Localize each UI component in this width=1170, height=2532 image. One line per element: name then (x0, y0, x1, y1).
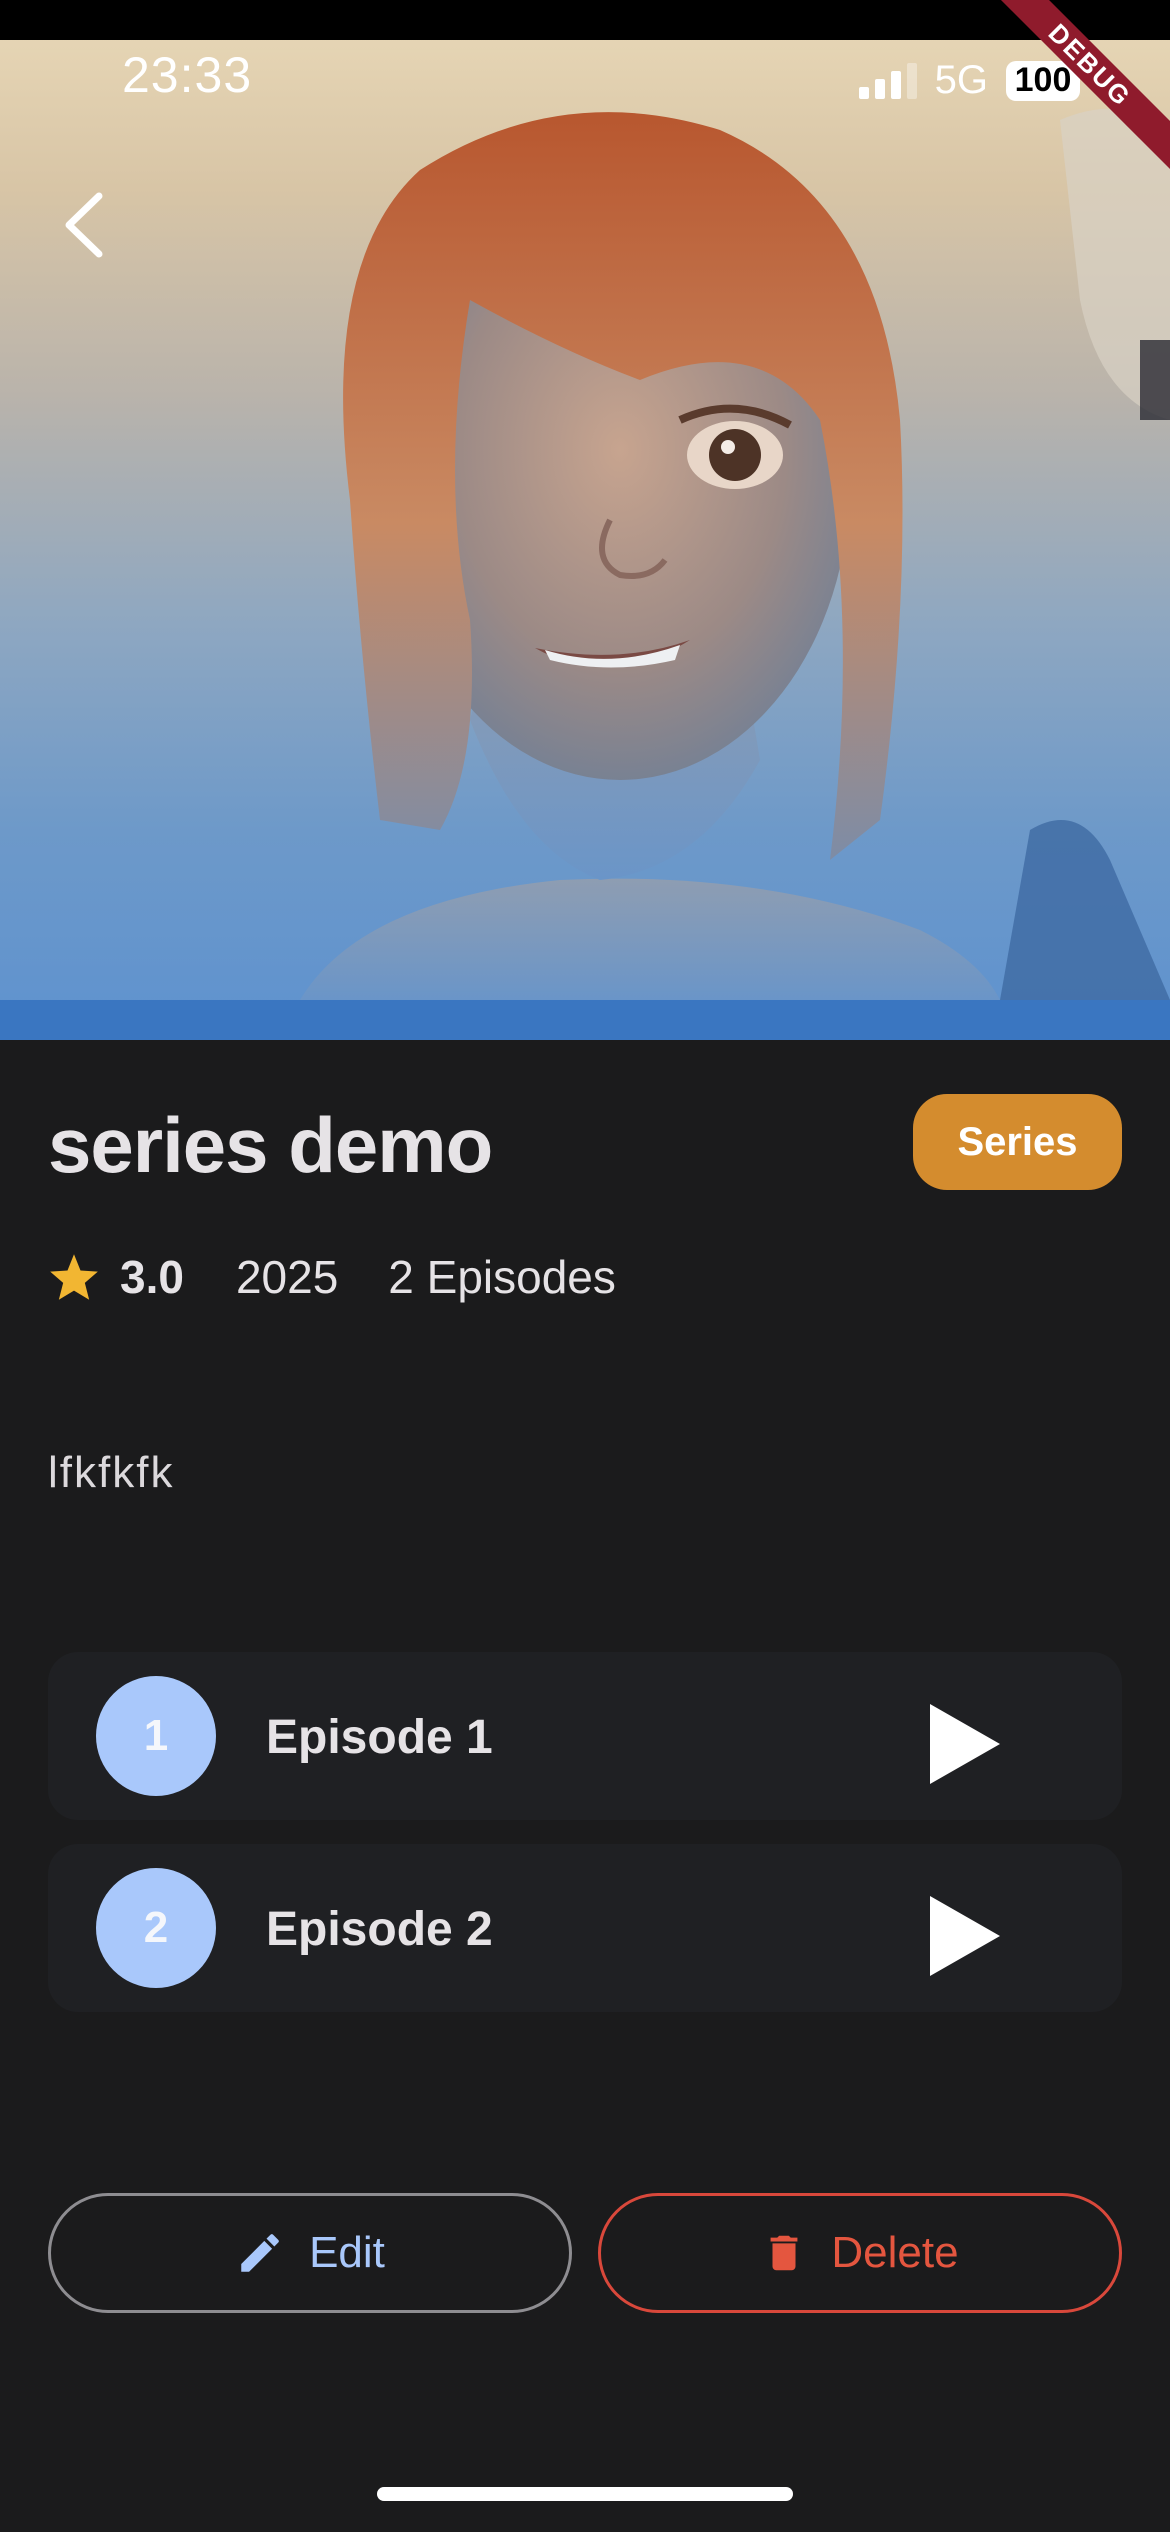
edit-label: Edit (309, 2228, 385, 2277)
character-portrait-image (300, 108, 1170, 1000)
pencil-icon (241, 2234, 279, 2272)
delete-label: Delete (831, 2228, 959, 2277)
episode-title: Episode 1 (266, 1711, 493, 1764)
episode-count: 2 Episodes (388, 1251, 616, 1303)
rating-value: 3.0 (120, 1251, 184, 1303)
episode-item[interactable]: 1 Episode 1 (48, 1652, 1122, 1820)
star-icon (48, 1252, 100, 1302)
edit-button[interactable]: Edit (48, 2193, 572, 2313)
trash-icon (770, 2235, 798, 2271)
delete-button[interactable]: Delete (598, 2193, 1122, 2313)
episode-number: 2 (96, 1868, 216, 1988)
back-button[interactable] (48, 180, 118, 270)
chevron-left-icon (65, 192, 103, 258)
hero-bottom-bar (0, 1000, 1170, 1040)
hero-image (0, 0, 1170, 1040)
network-type: 5G (934, 58, 988, 102)
signal-icon (858, 62, 917, 99)
media-detail-screen: 23:33 5G 100 DEBUG series demo Series 3.… (0, 0, 1170, 2532)
description: lfkfkfk (48, 1448, 175, 1497)
episode-number: 1 (96, 1676, 216, 1796)
play-icon[interactable] (924, 1894, 1004, 1978)
meta-row: 3.0 2025 2 Episodes (48, 1250, 616, 1304)
episode-item[interactable]: 2 Episode 2 (48, 1844, 1122, 2012)
page-title: series demo (48, 1101, 493, 1189)
episode-title: Episode 2 (266, 1903, 493, 1956)
home-indicator[interactable] (377, 2487, 793, 2501)
type-badge: Series (913, 1094, 1122, 1190)
episode-list: 1 Episode 1 2 Episode 2 (48, 1652, 1122, 2036)
status-bar-top (0, 0, 1170, 40)
play-icon[interactable] (924, 1702, 1004, 1786)
release-year: 2025 (235, 1251, 339, 1303)
status-indicators: 5G 100 (858, 58, 1080, 103)
status-time: 23:33 (122, 47, 253, 103)
